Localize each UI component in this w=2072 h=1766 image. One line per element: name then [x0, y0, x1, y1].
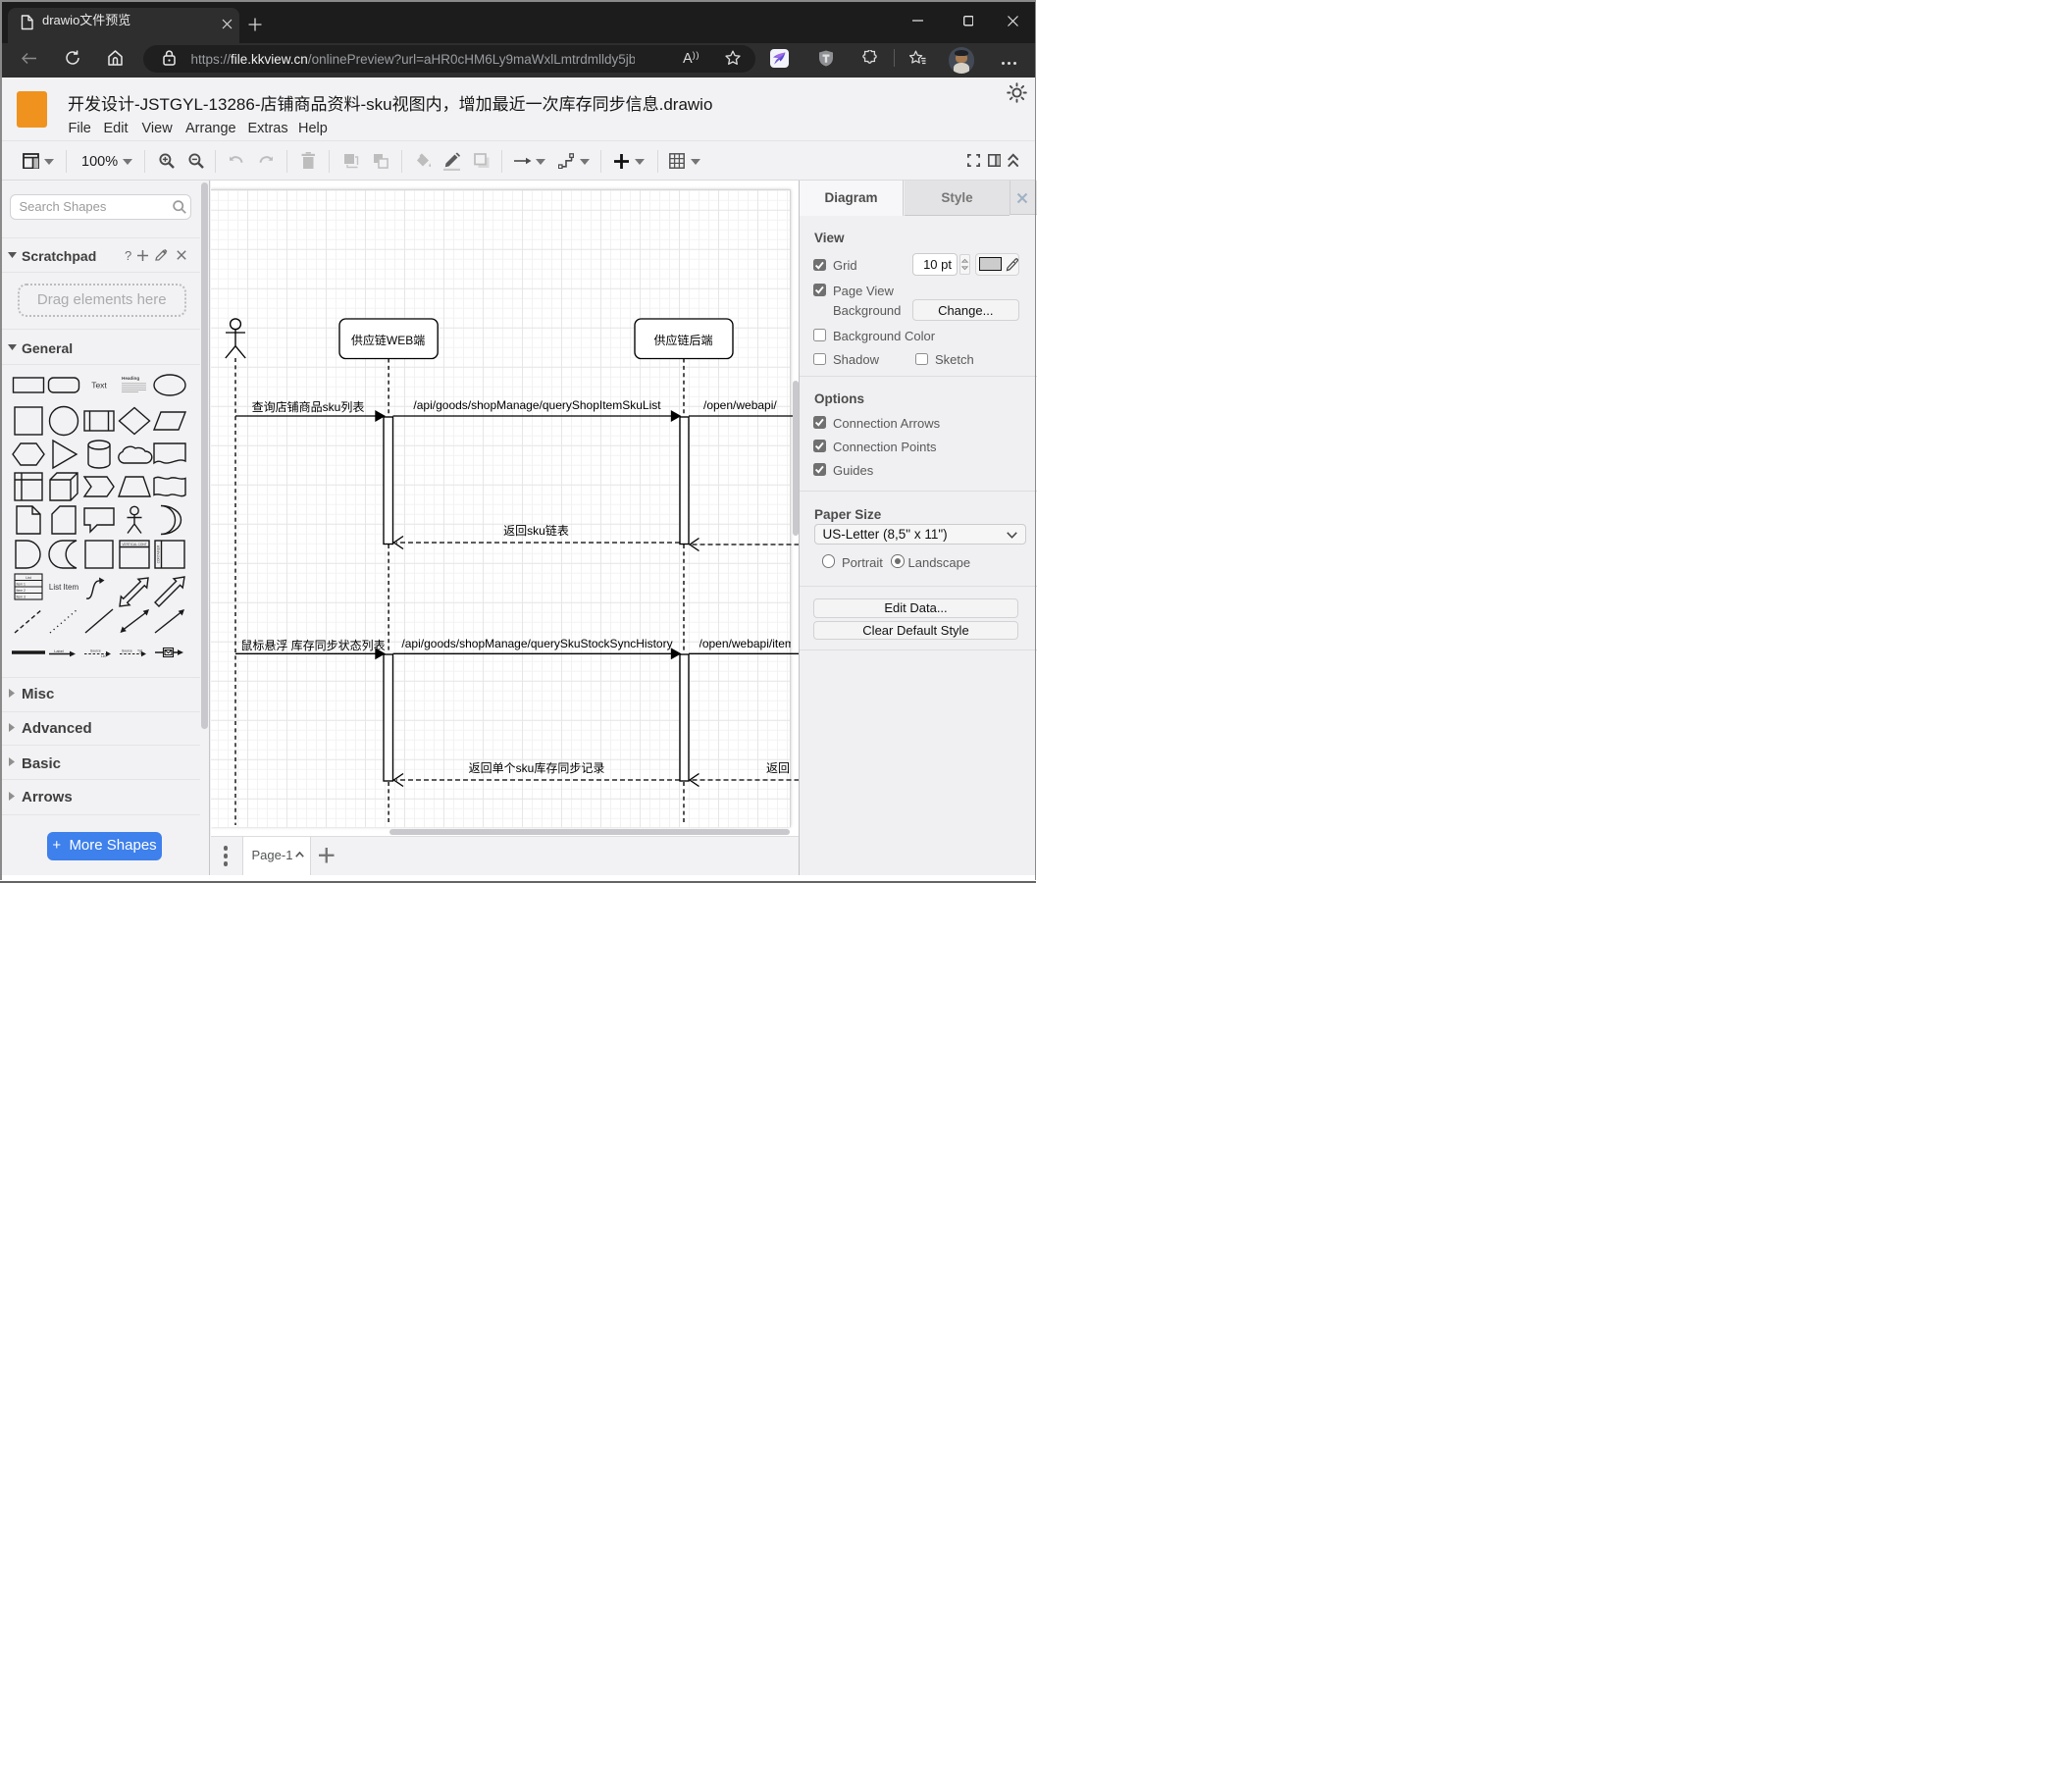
svg-text:Heading: Heading: [122, 376, 139, 381]
svg-text:Item 2: Item 2: [17, 589, 26, 593]
svg-text:List Item: List Item: [49, 583, 79, 592]
svg-text:Item 3: Item 3: [17, 596, 26, 599]
svg-text:CONTAINER: CONTAINER: [157, 545, 161, 563]
svg-text:Text: Text: [91, 381, 107, 390]
svg-text:Source: Source: [90, 649, 101, 653]
svg-text:Item 1: Item 1: [17, 583, 26, 587]
svg-text:Label: Label: [54, 649, 64, 653]
svg-text:VERTICAL CONT: VERTICAL CONT: [122, 543, 146, 546]
svg-text:List: List: [26, 576, 31, 580]
svg-text:Source: Source: [122, 649, 132, 653]
svg-text:Tgt: Tgt: [137, 649, 142, 653]
svg-text:Lbl: Lbl: [101, 654, 106, 658]
